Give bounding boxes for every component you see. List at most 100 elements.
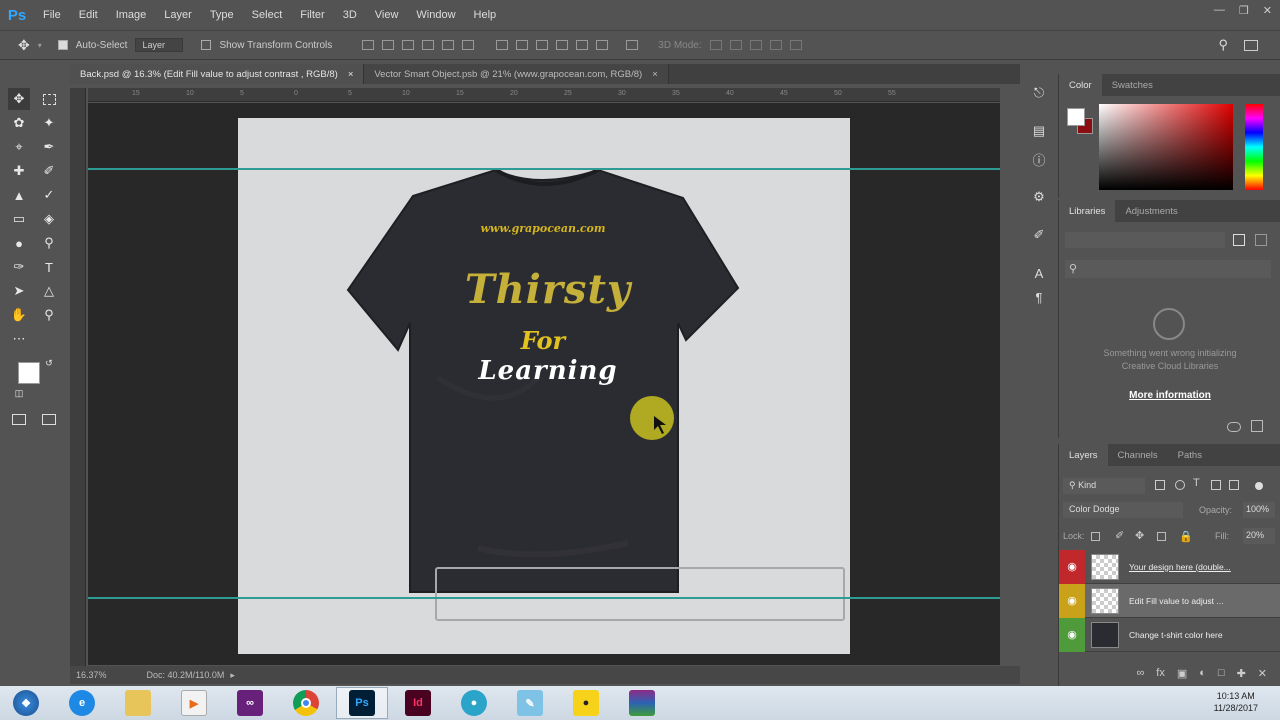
menu-3d[interactable]: 3D [334,9,366,21]
layer-name[interactable]: Your design here (double... [1129,562,1257,572]
lock-position-icon[interactable]: ✥ [1135,529,1144,542]
show-transform-checkbox[interactable] [201,40,212,50]
distribute-center-icon[interactable] [576,40,589,50]
horizontal-guide[interactable] [88,168,1000,170]
marquee-tool-icon[interactable] [38,88,60,110]
chevron-down-icon[interactable]: ▾ [38,41,42,50]
tab-back-psd[interactable]: Back.psd @ 16.3% (Edit Fill value to adj… [70,64,365,84]
more-tools-icon[interactable]: ⋯ [8,328,30,350]
more-information-link[interactable]: More information [1059,390,1280,401]
start-button[interactable]: ❖ [0,687,52,719]
swap-colors-icon[interactable]: ↺ [42,356,56,370]
photoshop-taskbar-button[interactable]: Ps [336,687,388,719]
lock-transparent-icon[interactable] [1091,532,1100,541]
workspace-icon[interactable] [1244,39,1258,51]
distribute-top-icon[interactable] [496,40,509,50]
paint-bucket-icon[interactable]: ◈ [38,208,60,230]
tab-layers[interactable]: Layers [1059,444,1108,466]
magic-wand-icon[interactable]: ✦ [38,112,60,134]
distribute-bottom-icon[interactable] [536,40,549,50]
list-view-icon[interactable] [1255,234,1267,246]
align-bottom-icon[interactable] [402,40,415,50]
visibility-eye-icon[interactable]: ◉ [1059,583,1085,618]
media-player-button[interactable]: ▶ [168,687,220,719]
tab-close-icon[interactable]: × [348,69,354,80]
blend-mode-dropdown[interactable]: Color Dodge [1063,502,1183,518]
distribute-left-icon[interactable] [556,40,569,50]
lasso-tool-icon[interactable]: ✿ [8,112,30,134]
3d-roll-icon[interactable] [729,40,742,50]
3d-orbit-icon[interactable] [709,40,722,50]
path-selection-icon[interactable]: ➤ [8,280,30,302]
hue-slider[interactable] [1245,104,1263,190]
tab-swatches[interactable]: Swatches [1102,74,1163,96]
link-layers-icon[interactable]: ∞ [1136,667,1144,679]
align-middle-icon[interactable] [382,40,395,50]
search-icon[interactable]: ⚲ [1218,37,1228,53]
grid-view-icon[interactable] [1233,234,1245,246]
distribute-middle-icon[interactable] [516,40,529,50]
system-clock[interactable]: 10:13 AM 11/28/2017 [1214,690,1258,714]
filter-pixel-icon[interactable] [1155,480,1165,490]
pen-tool-icon[interactable]: ✑ [8,256,30,278]
filter-type-icon[interactable]: T [1193,477,1200,489]
adjustment-layer-icon[interactable]: ◐ [1199,667,1206,679]
tab-close-icon[interactable]: × [652,69,658,80]
menu-edit[interactable]: Edit [70,9,107,21]
menu-help[interactable]: Help [465,9,506,21]
library-dropdown[interactable] [1065,232,1225,248]
layer-name[interactable]: Edit Fill value to adjust ... [1129,596,1257,606]
default-colors-icon[interactable]: ◫ [12,386,26,400]
screen-recorder-button[interactable]: ● [448,687,500,719]
foreground-swatch[interactable] [1067,108,1085,126]
auto-align-icon[interactable] [626,40,639,50]
move-tool-icon[interactable]: ✥ [8,88,30,110]
align-center-icon[interactable] [442,40,455,50]
layer-name[interactable]: Change t-shirt color here [1129,630,1257,640]
menu-file[interactable]: File [34,9,70,21]
visibility-eye-icon[interactable]: ◉ [1059,549,1085,584]
winrar-button[interactable] [616,687,668,719]
type-tool-icon[interactable]: T [38,256,60,278]
internet-explorer-button[interactable]: e [56,687,108,719]
fill-input[interactable]: 20% [1243,528,1275,544]
opacity-input[interactable]: 100% [1243,502,1275,518]
filter-smart-object-icon[interactable] [1229,480,1239,490]
foreground-color-swatch[interactable] [18,362,40,384]
layer-row[interactable]: ◉ Your design here (double... [1059,549,1280,584]
chevron-right-icon[interactable]: ▸ [230,670,235,681]
filter-shape-icon[interactable] [1211,480,1221,490]
lock-artboard-icon[interactable] [1157,532,1166,541]
align-top-icon[interactable] [362,40,375,50]
cloud-sync-icon[interactable] [1227,422,1241,432]
quick-mask-icon[interactable] [8,408,30,430]
healing-brush-icon[interactable]: ✚ [8,160,30,182]
move-tool-icon[interactable]: ✥ [18,37,30,54]
lock-all-icon[interactable]: 🔒 [1179,530,1193,543]
actions-icon[interactable]: ▤ [1030,122,1048,140]
info-icon[interactable]: ⓘ [1030,150,1048,168]
zoom-level[interactable]: 16.37% [76,670,107,680]
lock-image-icon[interactable]: ✐ [1115,529,1124,542]
eyedropper-icon[interactable]: ✒ [38,136,60,158]
tab-paths[interactable]: Paths [1168,444,1212,466]
visibility-eye-icon[interactable]: ◉ [1059,617,1085,652]
layer-row[interactable]: ◉ Edit Fill value to adjust ... [1059,583,1280,618]
tab-libraries[interactable]: Libraries [1059,200,1116,222]
3d-slide-icon[interactable] [769,40,782,50]
tab-adjustments[interactable]: Adjustments [1115,200,1187,222]
minimize-icon[interactable]: — [1214,4,1225,17]
menu-image[interactable]: Image [107,9,156,21]
history-icon[interactable]: ⎋ [1030,84,1048,102]
fx-icon[interactable]: fx [1156,667,1165,679]
filter-adjustment-icon[interactable] [1175,480,1185,490]
brush-presets-icon[interactable]: ✐ [1030,226,1048,244]
paragraph-icon[interactable]: ¶ [1030,288,1048,306]
horizontal-guide[interactable] [88,597,1000,599]
eraser-tool-icon[interactable]: ▭ [8,208,30,230]
brush-tool-icon[interactable]: ✐ [38,160,60,182]
zoom-tool-icon[interactable]: ⚲ [38,304,60,326]
history-brush-icon[interactable]: ✓ [38,184,60,206]
dodge-tool-icon[interactable]: ⚲ [38,232,60,254]
3d-pan-icon[interactable] [749,40,762,50]
